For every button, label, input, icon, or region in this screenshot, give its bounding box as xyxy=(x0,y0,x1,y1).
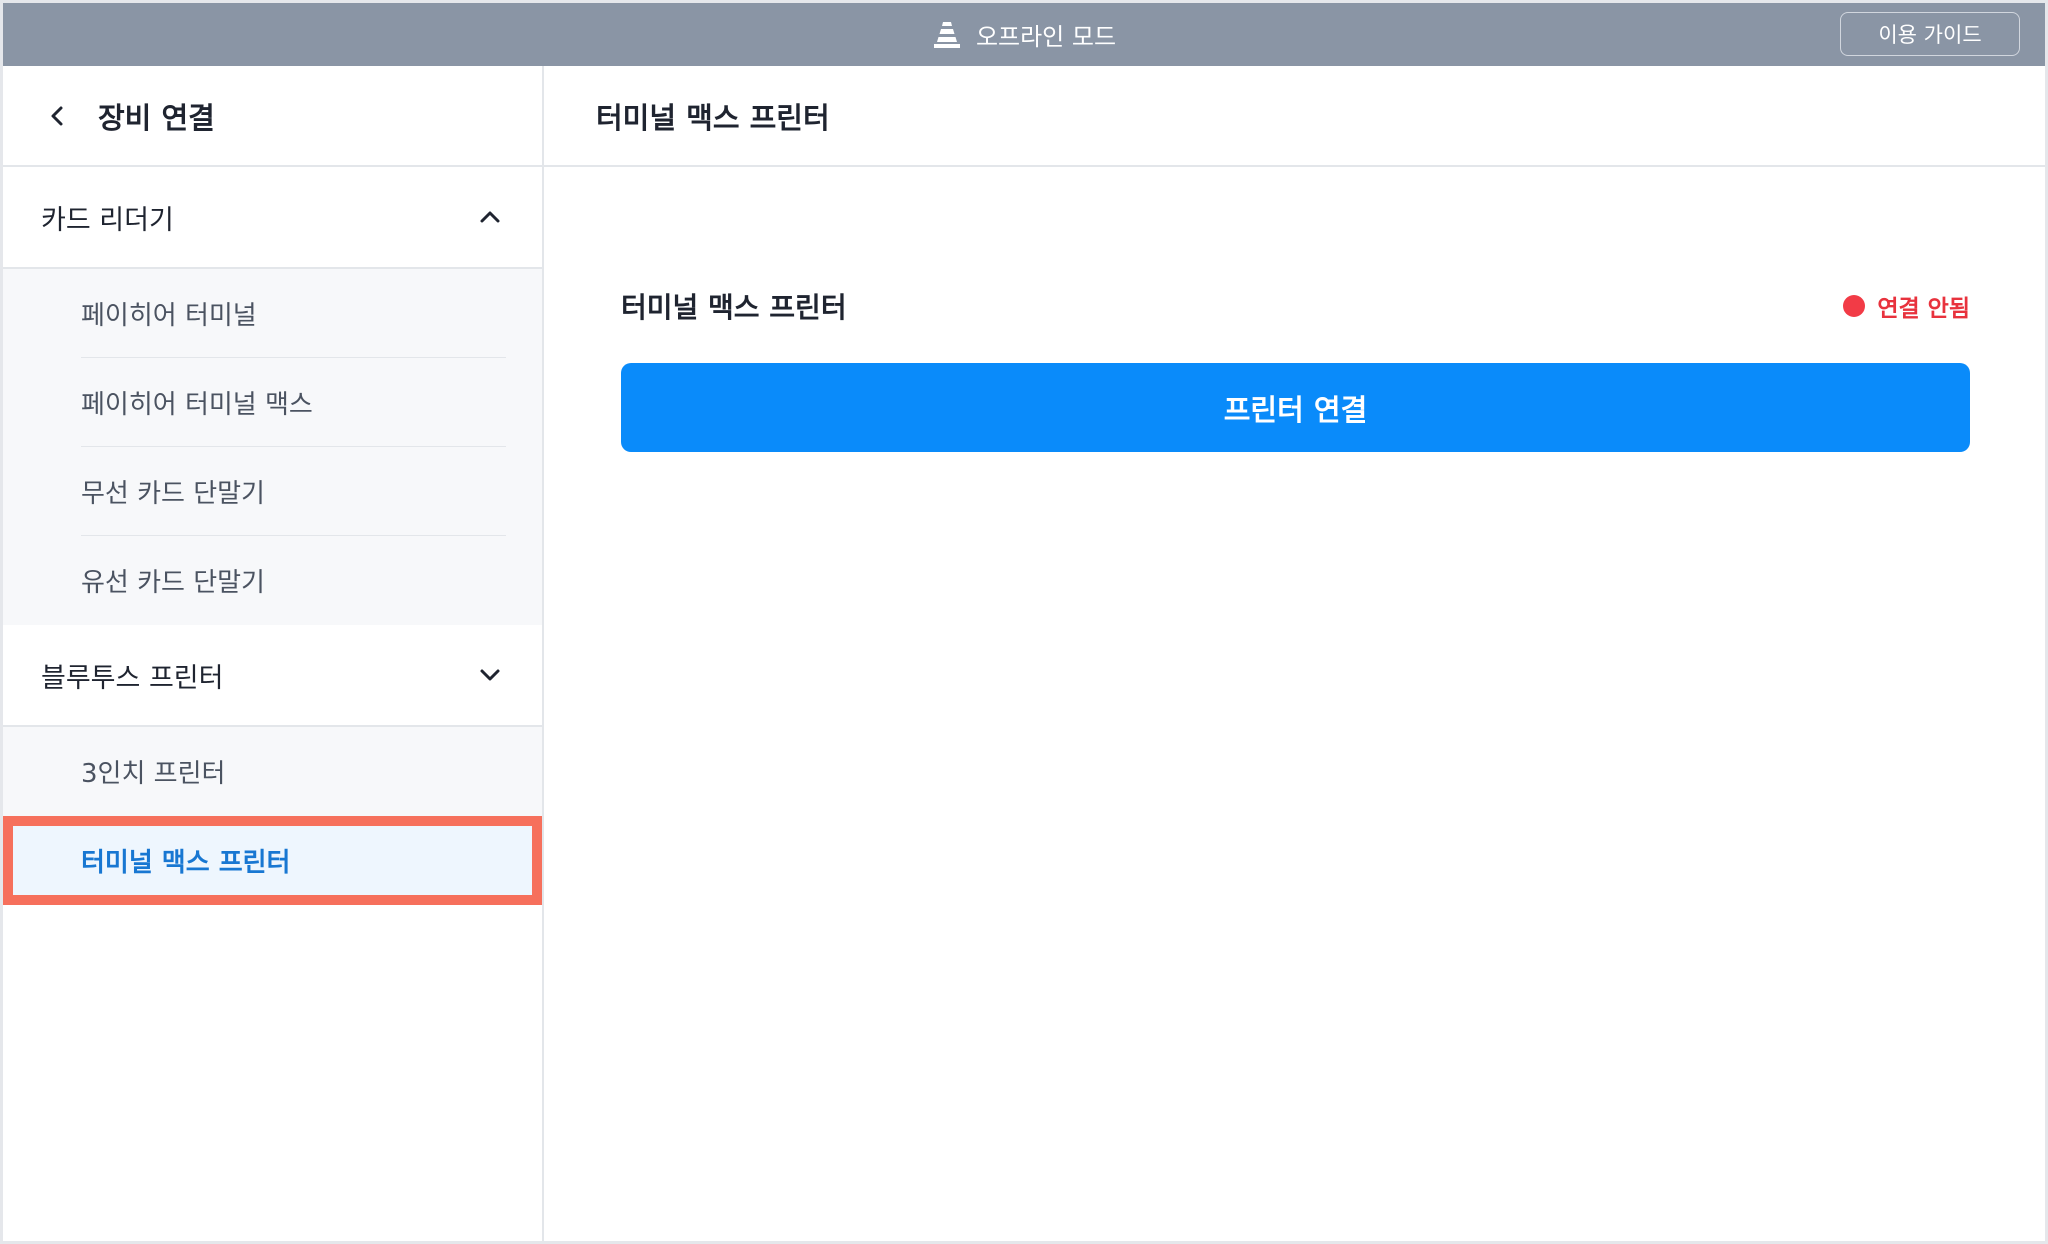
sidebar-item-wireless-card-terminal[interactable]: 무선 카드 단말기 xyxy=(81,447,506,536)
group-card-reader[interactable]: 카드 리더기 xyxy=(3,167,542,269)
sidebar-title: 장비 연결 xyxy=(98,100,215,135)
group-label: 카드 리더기 xyxy=(41,204,174,236)
status-text: 연결 안됨 xyxy=(1877,296,1970,322)
app-window: 오프라인 모드 이용 가이드 장비 연결 카드 리더기 페이히어 터미널 페이히 xyxy=(3,3,2045,1241)
connection-status: 연결 안됨 xyxy=(1843,289,1970,323)
bluetooth-printer-list: 3인치 프린터 터미널 맥스 프린터 xyxy=(3,727,542,905)
sidebar-item-payhere-terminal[interactable]: 페이히어 터미널 xyxy=(81,269,506,358)
page-title: 터미널 맥스 프린터 xyxy=(544,66,2045,167)
offline-mode-indicator: 오프라인 모드 xyxy=(3,3,2045,66)
group-bluetooth-printer[interactable]: 블루투스 프린터 xyxy=(3,625,542,727)
sidebar-item-wired-card-terminal[interactable]: 유선 카드 단말기 xyxy=(81,536,506,625)
chevron-down-icon xyxy=(476,661,504,689)
sidebar-item-payhere-terminal-max[interactable]: 페이히어 터미널 맥스 xyxy=(81,358,506,447)
device-status-row: 터미널 맥스 프린터 연결 안됨 xyxy=(621,276,1970,336)
offline-mode-label: 오프라인 모드 xyxy=(975,23,1117,51)
group-label: 블루투스 프린터 xyxy=(41,662,224,694)
user-guide-button[interactable]: 이용 가이드 xyxy=(1840,12,2020,56)
main-panel: 터미널 맥스 프린터 터미널 맥스 프린터 연결 안됨 프린터 연결 xyxy=(544,66,2045,1241)
sidebar-item-terminal-max-printer[interactable]: 터미널 맥스 프린터 xyxy=(3,816,542,905)
device-name: 터미널 맥스 프린터 xyxy=(621,291,847,324)
chevron-up-icon xyxy=(476,203,504,231)
connect-printer-button[interactable]: 프린터 연결 xyxy=(621,363,1970,452)
card-reader-list: 페이히어 터미널 페이히어 터미널 맥스 무선 카드 단말기 유선 카드 단말기 xyxy=(3,269,542,625)
sidebar: 장비 연결 카드 리더기 페이히어 터미널 페이히어 터미널 맥스 무선 카드 … xyxy=(3,66,544,1241)
top-bar: 오프라인 모드 이용 가이드 xyxy=(3,3,2045,66)
back-arrow-icon[interactable] xyxy=(38,96,78,136)
traffic-cone-icon xyxy=(932,20,962,50)
status-dot-icon xyxy=(1843,295,1866,317)
sidebar-item-3inch-printer[interactable]: 3인치 프린터 xyxy=(81,727,506,816)
sidebar-header: 장비 연결 xyxy=(3,66,542,167)
